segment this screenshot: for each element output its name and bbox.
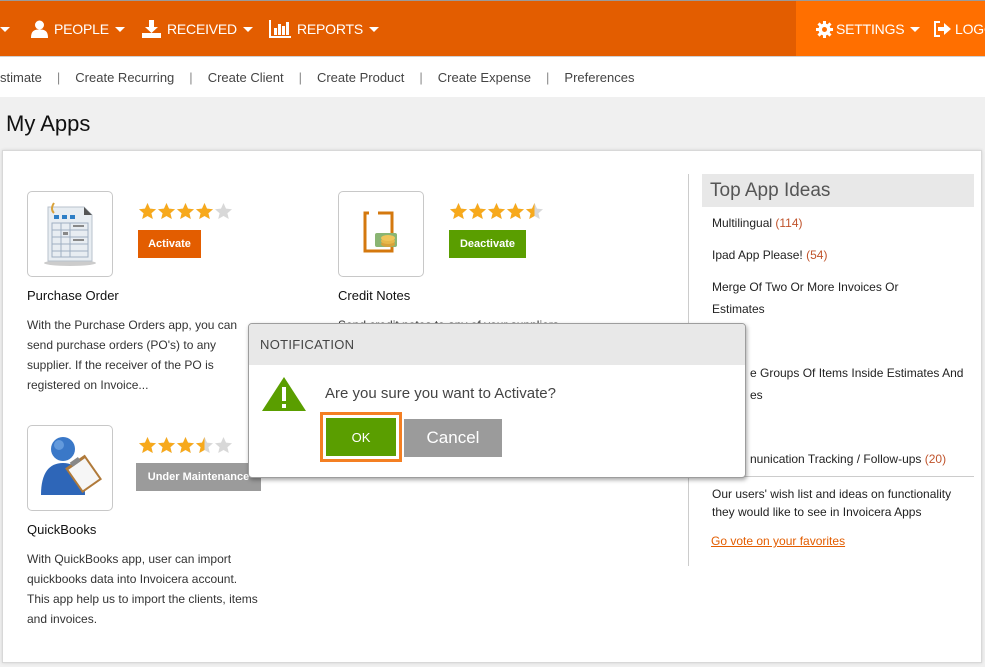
idea-count: (54) <box>806 248 828 262</box>
idea-label: Multilingual <box>712 216 773 230</box>
nav-reports-label: REPORTS <box>297 21 364 37</box>
credit-note-icon <box>363 211 397 253</box>
page-title: My Apps <box>6 111 91 136</box>
bar-chart-icon <box>269 20 291 38</box>
idea-count: (114) <box>775 216 803 230</box>
app-description: With QuickBooks app, user can import qui… <box>27 552 258 626</box>
app-description: With the Purchase Orders app, you can se… <box>27 318 238 392</box>
download-icon <box>142 20 161 38</box>
cancel-button[interactable]: Cancel <box>404 419 502 457</box>
star-half-icon <box>526 203 543 219</box>
nav-logout[interactable]: LOGO <box>933 1 985 57</box>
star-half-icon <box>196 437 213 453</box>
chevron-down-icon <box>242 26 253 32</box>
nav-received[interactable]: RECEIVED <box>142 1 253 57</box>
chevron-down-icon <box>114 26 125 32</box>
spreadsheet-icon <box>44 202 96 266</box>
star-full-icon <box>139 203 156 219</box>
purchase-order-icon[interactable] <box>27 191 113 277</box>
idea-count: (20) <box>924 452 947 466</box>
ok-button-focus-ring: OK <box>320 412 402 462</box>
vote-link[interactable]: Go vote on your favorites <box>711 534 845 548</box>
activate-button[interactable]: Activate <box>138 230 201 258</box>
chevron-down-icon <box>910 26 921 32</box>
idea-label: Merge Of Two Or More Invoices Or Estimat… <box>712 280 899 316</box>
notification-dialog: NOTIFICATION Are you sure you want to Ac… <box>248 323 746 478</box>
under-maintenance-button[interactable]: Under Maintenance <box>136 463 261 491</box>
rating-stars <box>138 436 233 454</box>
star-full-icon <box>488 203 505 219</box>
idea-label: e Groups Of Items Inside Estimates And e… <box>750 366 964 402</box>
separator: | <box>546 69 550 85</box>
nav-settings-label: SETTINGS <box>836 21 905 37</box>
idea-label: Ipad App Please! <box>712 248 803 262</box>
star-full-icon <box>177 203 194 219</box>
separator: | <box>419 69 423 85</box>
sidebar-note: Our users' wish list and ideas on functi… <box>712 487 952 519</box>
user-icon <box>31 20 48 38</box>
deactivate-button[interactable]: Deactivate <box>449 230 526 258</box>
idea-item[interactable]: Multilingual (114) <box>712 212 970 234</box>
link-preferences[interactable]: Preferences <box>564 70 634 85</box>
nav-people[interactable]: PEOPLE <box>31 1 125 57</box>
quickbooks-icon[interactable] <box>27 425 113 511</box>
star-empty-icon <box>215 437 232 453</box>
link-create-estimate[interactable]: stimate <box>0 70 42 85</box>
sidebar-title: Top App Ideas <box>702 174 974 207</box>
quick-links-bar: stimate | Create Recurring | Create Clie… <box>0 56 985 97</box>
chevron-down-icon <box>0 26 10 32</box>
separator: | <box>298 69 302 85</box>
star-full-icon <box>139 437 156 453</box>
idea-item[interactable]: Merge Of Two Or More Invoices Or Estimat… <box>712 276 932 320</box>
separator: | <box>56 69 61 85</box>
star-full-icon <box>196 203 213 219</box>
nav-settings[interactable]: SETTINGS <box>816 1 921 57</box>
dialog-title: NOTIFICATION <box>249 324 745 365</box>
ok-button[interactable]: OK <box>326 418 396 456</box>
star-full-icon <box>469 203 486 219</box>
nav-reports[interactable]: REPORTS <box>269 1 380 57</box>
nav-people-label: PEOPLE <box>54 21 109 37</box>
star-empty-icon <box>215 203 232 219</box>
logout-icon <box>934 21 951 37</box>
warning-icon <box>262 377 306 411</box>
link-create-product[interactable]: Create Product <box>317 70 404 85</box>
star-full-icon <box>158 203 175 219</box>
rating-stars <box>449 202 544 220</box>
top-navbar: PEOPLE RECEIVED REPORTS SETTINGS LOGO <box>0 0 985 57</box>
star-full-icon <box>450 203 467 219</box>
link-create-client[interactable]: Create Client <box>208 70 284 85</box>
idea-item[interactable]: nunication Tracking / Follow-ups (20) <box>750 448 985 470</box>
idea-item[interactable]: e Groups Of Items Inside Estimates And e… <box>750 362 970 406</box>
star-full-icon <box>177 437 194 453</box>
dialog-message: Are you sure you want to Activate? <box>325 385 556 402</box>
link-create-expense[interactable]: Create Expense <box>438 70 531 85</box>
idea-label: nunication Tracking / Follow-ups <box>750 452 922 466</box>
app-name: Credit Notes <box>338 288 411 303</box>
user-clipboard-icon <box>41 437 103 495</box>
star-full-icon <box>507 203 524 219</box>
app-name: Purchase Order <box>27 288 119 303</box>
star-full-icon <box>158 437 175 453</box>
gear-icon <box>816 20 833 38</box>
credit-notes-icon[interactable] <box>338 191 424 277</box>
separator: | <box>189 69 193 85</box>
rating-stars <box>138 202 233 220</box>
nav-logout-label: LOGO <box>955 21 985 37</box>
nav-prev-dropdown[interactable] <box>0 1 10 57</box>
chevron-down-icon <box>369 26 380 32</box>
nav-received-label: RECEIVED <box>167 21 237 37</box>
app-name: QuickBooks <box>27 522 97 537</box>
link-create-recurring[interactable]: Create Recurring <box>75 70 174 85</box>
idea-item[interactable]: Ipad App Please! (54) <box>712 244 970 266</box>
